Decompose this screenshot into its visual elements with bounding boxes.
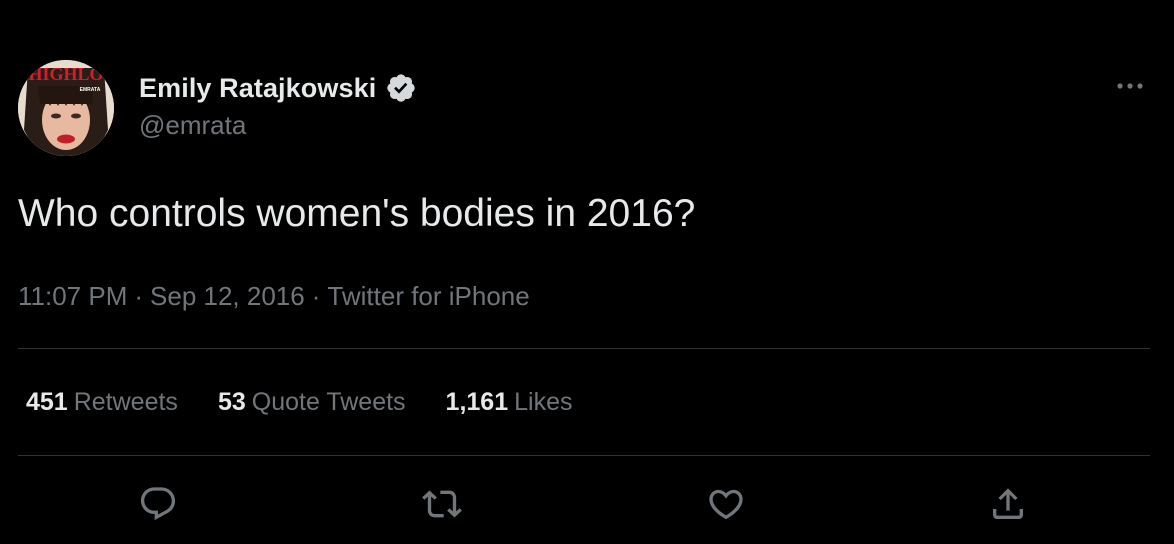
like-button[interactable] [706, 484, 746, 524]
tweet-stats: 451 Retweets 53 Quote Tweets 1,161 Likes [26, 388, 612, 417]
retweet-button[interactable] [422, 484, 462, 524]
quote-tweets-count: 53 [217, 388, 246, 416]
retweets-count: 451 [26, 388, 68, 416]
retweet-icon [422, 490, 462, 518]
divider [18, 348, 1150, 349]
avatar-masthead: HIGHLO [28, 64, 103, 84]
verified-badge-icon [385, 72, 417, 104]
reply-icon [140, 487, 176, 521]
likes-stat[interactable]: 1,161 Likes [446, 388, 573, 417]
meta-separator: · [311, 281, 321, 311]
tweet-source[interactable]: Twitter for iPhone [327, 281, 529, 311]
retweets-label: Retweets [73, 388, 178, 416]
divider [18, 455, 1150, 456]
retweets-stat[interactable]: 451 Retweets [26, 388, 178, 417]
like-icon [709, 489, 743, 520]
tweet-card: HIGHLO EMRATA Emily Ratajkowski @emrata … [0, 0, 1174, 544]
avatar-image: HIGHLO EMRATA [18, 60, 114, 156]
likes-count: 1,161 [445, 388, 509, 416]
share-button[interactable] [988, 484, 1028, 524]
tweet-date[interactable]: Sep 12, 2016 [150, 281, 305, 311]
quote-tweets-label: Quote Tweets [251, 388, 406, 416]
more-options-icon[interactable] [1113, 72, 1147, 100]
tweet-meta: 11:07 PM · Sep 12, 2016 · Twitter for iPhone [18, 281, 530, 312]
tweet-text: Who controls women's bodies in 2016? [18, 192, 696, 235]
name-row: Emily Ratajkowski [139, 70, 417, 106]
meta-separator: · [134, 281, 144, 311]
user-handle[interactable]: @emrata [139, 110, 246, 141]
share-icon [993, 488, 1023, 519]
display-name[interactable]: Emily Ratajkowski [139, 73, 376, 104]
avatar-overlay-text: EMRATA [80, 87, 101, 93]
likes-label: Likes [514, 388, 573, 416]
avatar[interactable]: HIGHLO EMRATA [18, 60, 114, 156]
reply-button[interactable] [138, 484, 178, 524]
tweet-time[interactable]: 11:07 PM [18, 281, 127, 311]
quote-tweets-stat[interactable]: 53 Quote Tweets [218, 388, 406, 417]
